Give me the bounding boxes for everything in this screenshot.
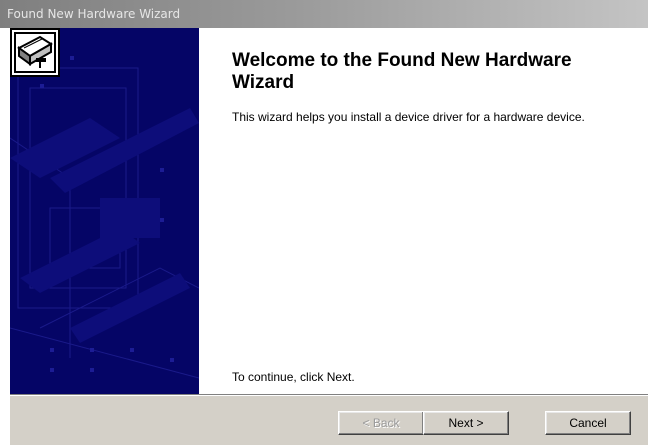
wizard-content: Welcome to the Found New Hardware Wizard… — [199, 28, 648, 394]
window-title: Found New Hardware Wizard — [7, 7, 181, 21]
next-button[interactable]: Next > — [423, 411, 509, 435]
wizard-window: Found New Hardware Wizard Welcome to the… — [0, 0, 648, 445]
back-button[interactable]: < Back — [338, 411, 424, 435]
wizard-description: This wizard helps you install a device d… — [232, 110, 585, 124]
cancel-button[interactable]: Cancel — [545, 411, 631, 435]
button-bar: < Back Next > Cancel — [10, 394, 648, 445]
page-title: Welcome to the Found New Hardware Wizard — [232, 50, 572, 93]
circuit-board-watermark — [10, 56, 199, 379]
continue-instruction: To continue, click Next. — [232, 370, 355, 384]
hardware-card-icon — [10, 28, 60, 77]
title-bar[interactable]: Found New Hardware Wizard — [0, 0, 648, 28]
wizard-side-panel — [10, 28, 199, 394]
